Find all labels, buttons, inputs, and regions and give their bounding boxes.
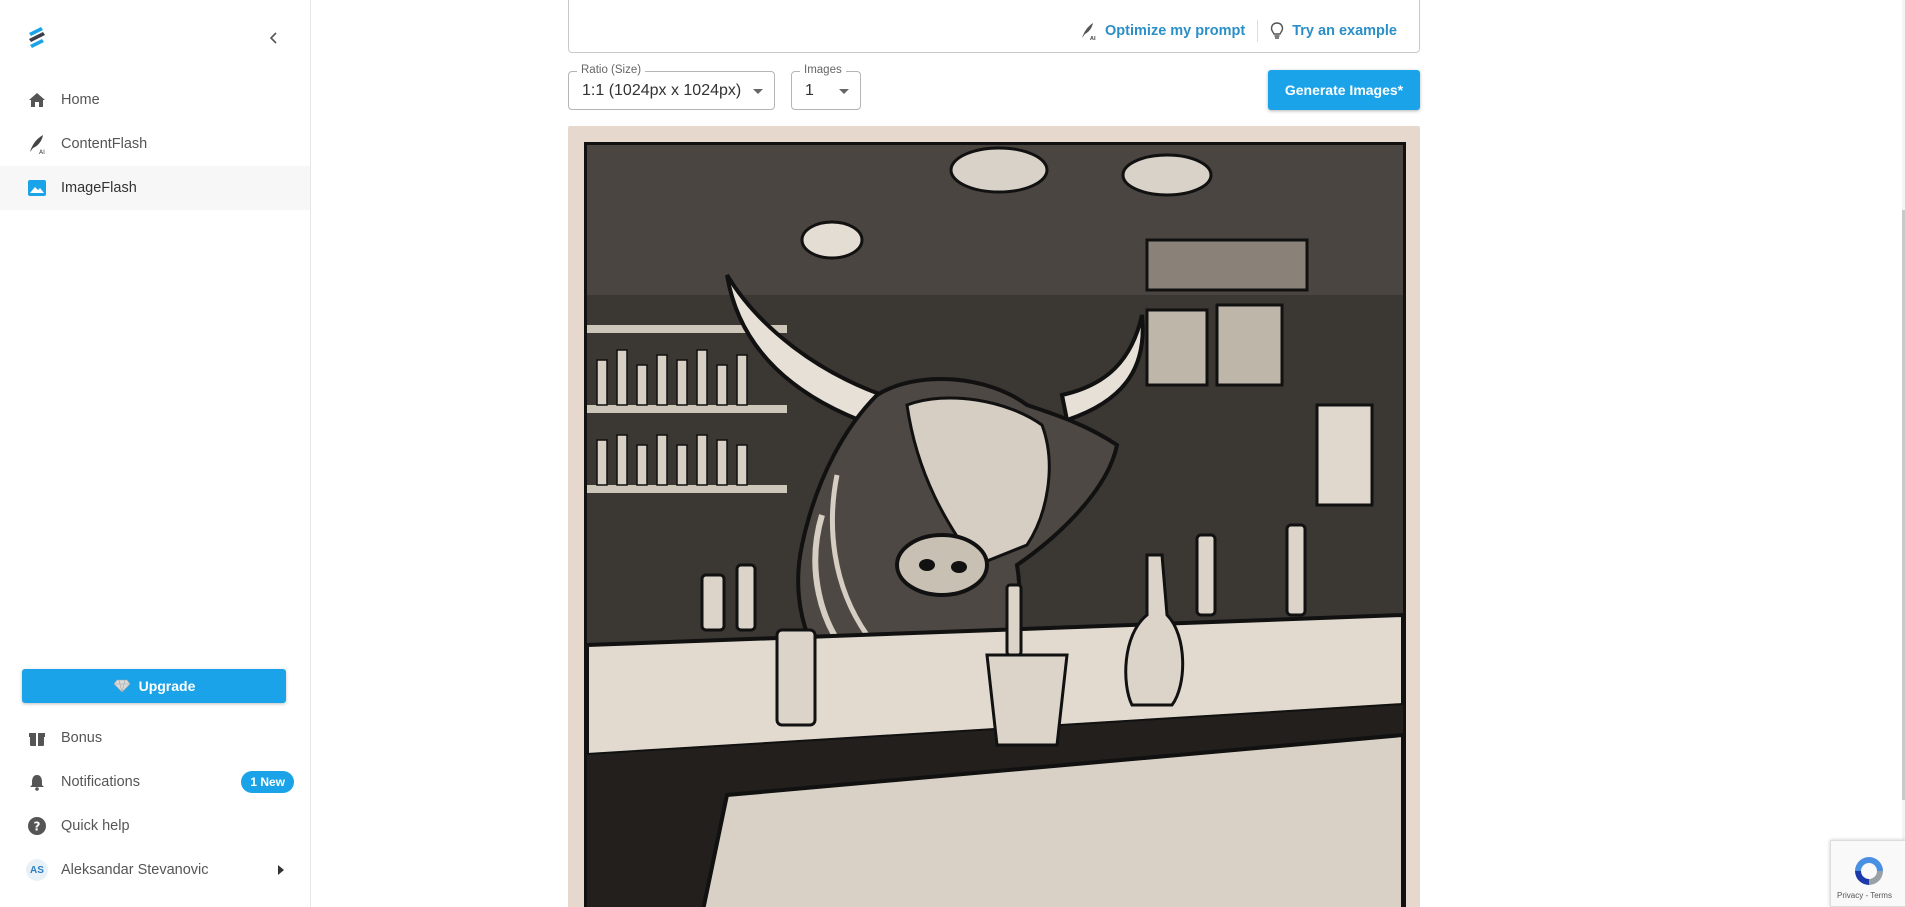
user-menu[interactable]: AS Aleksandar Stevanovic: [0, 848, 310, 892]
collapse-sidebar-button[interactable]: [262, 26, 286, 50]
notifications-badge: 1 New: [241, 771, 294, 793]
sidebar: Home AI ContentFlash ImageFlash Upgrade …: [0, 0, 311, 907]
nav-label: ImageFlash: [61, 180, 137, 196]
generated-image[interactable]: [584, 142, 1406, 907]
generated-image-card: [568, 126, 1420, 907]
nav-item-quick-help[interactable]: ? Quick help: [0, 804, 310, 848]
svg-text:?: ?: [34, 820, 41, 834]
image-icon: [26, 177, 48, 199]
nav-item-imageflash[interactable]: ImageFlash: [0, 166, 310, 210]
nav-item-notifications[interactable]: Notifications 1 New: [0, 760, 310, 804]
svg-text:AI: AI: [1090, 36, 1096, 41]
upgrade-button[interactable]: Upgrade: [22, 669, 286, 703]
caret-right-icon: [278, 865, 284, 875]
help-icon: ?: [26, 815, 48, 837]
recaptcha-icon: [1851, 853, 1887, 894]
nav-label: ContentFlash: [61, 136, 148, 152]
main-nav: Home AI ContentFlash ImageFlash: [0, 78, 310, 210]
nav-item-contentflash[interactable]: AI ContentFlash: [0, 122, 310, 166]
avatar: AS: [26, 859, 48, 881]
prompt-actions: AI Optimize my prompt Try an example: [1079, 20, 1397, 42]
try-example-button[interactable]: Try an example: [1270, 22, 1397, 40]
recaptcha-text[interactable]: Privacy - Terms: [1837, 891, 1892, 900]
nav-label: Quick help: [61, 818, 130, 834]
ratio-value: 1:1 (1024px x 1024px): [582, 82, 742, 99]
diamond-icon: [113, 679, 131, 693]
optimize-prompt-button[interactable]: AI Optimize my prompt: [1079, 21, 1245, 41]
quill-ai-icon: AI: [26, 133, 48, 155]
dropdown-arrow-icon: [753, 89, 763, 94]
images-value: 1: [805, 82, 814, 99]
chevron-left-icon: [269, 32, 277, 44]
prompt-box[interactable]: AI Optimize my prompt Try an example: [568, 0, 1420, 53]
upgrade-label: Upgrade: [138, 678, 196, 694]
recaptcha-badge[interactable]: Privacy - Terms: [1830, 840, 1905, 907]
divider: [1257, 20, 1259, 42]
bottom-nav: Bonus Notifications 1 New ? Quick help A…: [0, 716, 310, 892]
svg-text:AI: AI: [39, 149, 45, 155]
home-icon: [26, 89, 48, 111]
lightbulb-icon: [1270, 22, 1284, 40]
quill-ai-icon: AI: [1079, 21, 1097, 41]
images-select[interactable]: Images 1: [791, 64, 861, 110]
ratio-select[interactable]: Ratio (Size) 1:1 (1024px x 1024px): [568, 64, 775, 110]
dropdown-arrow-icon: [839, 89, 849, 94]
nav-item-home[interactable]: Home: [0, 78, 310, 122]
ratio-legend: Ratio (Size): [577, 64, 646, 76]
nav-label: Bonus: [61, 730, 103, 746]
nav-item-bonus[interactable]: Bonus: [0, 716, 310, 760]
generate-images-button[interactable]: Generate Images*: [1268, 70, 1420, 110]
app-logo[interactable]: [24, 24, 50, 50]
bell-icon: [26, 771, 48, 793]
user-name: Aleksandar Stevanovic: [61, 862, 209, 878]
images-legend: Images: [800, 64, 846, 76]
nav-label: Notifications: [61, 774, 140, 790]
nav-label: Home: [61, 92, 100, 108]
try-example-label: Try an example: [1292, 23, 1397, 39]
optimize-prompt-label: Optimize my prompt: [1105, 23, 1246, 39]
gift-icon: [26, 727, 48, 749]
